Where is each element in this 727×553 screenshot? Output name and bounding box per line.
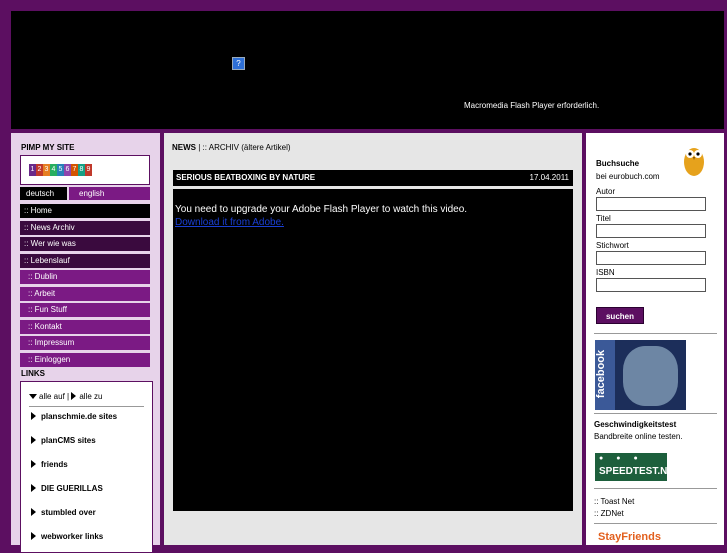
zdnet-link[interactable]: :: ZDNet bbox=[594, 509, 624, 518]
menu-item[interactable]: :: News Archiv bbox=[20, 220, 150, 235]
logo-digit: 4 bbox=[50, 164, 57, 176]
logo-digit: 2 bbox=[36, 164, 43, 176]
links-title: LINKS bbox=[21, 369, 45, 378]
speedtest-sub: Bandbreite online testen. bbox=[594, 432, 683, 441]
link-category[interactable]: planschmie.de sites bbox=[31, 412, 117, 421]
triangle-right-icon bbox=[31, 532, 36, 540]
keyword-input[interactable] bbox=[596, 251, 706, 265]
divider bbox=[594, 333, 717, 334]
menu-item[interactable]: :: Einloggen bbox=[20, 352, 150, 367]
triangle-right-icon bbox=[71, 392, 77, 400]
book-search-sub[interactable]: bei eurobuch.com bbox=[596, 172, 660, 181]
links-box: alle auf | alle zu planschmie.de sites pl… bbox=[20, 381, 153, 553]
link-category[interactable]: DIE GUERILLAS bbox=[31, 484, 103, 493]
divider bbox=[594, 413, 717, 414]
divider bbox=[594, 488, 717, 489]
lang-deutsch-button[interactable]: deutsch bbox=[20, 187, 67, 200]
facebook-label: facebook bbox=[595, 349, 608, 399]
right-sidebar: Buchsuche bei eurobuch.com Autor Titel S… bbox=[586, 133, 724, 545]
triangle-down-icon bbox=[29, 394, 37, 399]
title-label: Titel bbox=[596, 214, 611, 223]
article-date: 17.04.2011 bbox=[529, 173, 569, 182]
left-sidebar: PIMP MY SITE 123456789 deutsch english :… bbox=[11, 133, 160, 553]
profile-picture bbox=[623, 346, 678, 406]
toast-net-link[interactable]: :: Toast Net bbox=[594, 497, 634, 506]
article-title[interactable]: SERIOUS BEATBOXING BY NATURE bbox=[176, 170, 315, 186]
site-logo[interactable]: 123456789 bbox=[29, 164, 92, 176]
logo-digit: 5 bbox=[57, 164, 64, 176]
article-header: SERIOUS BEATBOXING BY NATURE 17.04.2011 bbox=[173, 170, 573, 186]
link-category-label: friends bbox=[41, 460, 68, 469]
logo-digit: 6 bbox=[64, 164, 71, 176]
open-all-link[interactable]: alle auf bbox=[39, 392, 65, 401]
site-logo-box: 123456789 bbox=[20, 155, 150, 185]
menu-item[interactable]: :: Arbeit bbox=[20, 286, 150, 301]
link-category[interactable]: webworker links bbox=[31, 532, 103, 541]
author-input[interactable] bbox=[596, 197, 706, 211]
link-category-label: webworker links bbox=[41, 532, 104, 541]
link-category-label: planCMS sites bbox=[41, 436, 96, 445]
link-category[interactable]: friends bbox=[31, 460, 68, 469]
search-button[interactable]: suchen bbox=[596, 307, 644, 324]
breadcrumb: NEWS | :: ARCHIV (ältere Artikel) bbox=[172, 143, 291, 152]
menu-item[interactable]: :: Wer wie was bbox=[20, 237, 150, 251]
link-category-label: DIE GUERILLAS bbox=[41, 484, 103, 493]
flash-plugin-icon[interactable]: ? bbox=[232, 57, 245, 70]
adobe-download-link[interactable]: Download it from Adobe. bbox=[175, 217, 284, 228]
title-input[interactable] bbox=[596, 224, 706, 238]
breadcrumb-archive[interactable]: | :: ARCHIV (ältere Artikel) bbox=[196, 143, 290, 152]
triangle-right-icon bbox=[31, 508, 36, 516]
isbn-input[interactable] bbox=[596, 278, 706, 292]
divider bbox=[594, 523, 717, 524]
facebook-badge[interactable]: facebook bbox=[595, 340, 686, 410]
logo-digit: 8 bbox=[78, 164, 85, 176]
menu-item[interactable]: :: Kontakt bbox=[20, 319, 150, 334]
breadcrumb-news[interactable]: NEWS bbox=[172, 143, 196, 152]
menu-item[interactable]: :: Fun Stuff bbox=[20, 303, 150, 317]
logo-digit: 9 bbox=[85, 164, 92, 176]
menu-item[interactable]: :: Home bbox=[20, 204, 150, 218]
triangle-right-icon bbox=[31, 460, 36, 468]
owl-icon bbox=[684, 148, 704, 176]
pimp-title: PIMP MY SITE bbox=[21, 143, 75, 152]
menu-item[interactable]: :: Impressum bbox=[20, 336, 150, 350]
speedtest-badge[interactable]: ●●● SPEEDTEST.NET bbox=[595, 453, 680, 481]
speedtest-logo: SPEEDTEST.NET bbox=[599, 466, 681, 477]
logo-digit: 3 bbox=[43, 164, 50, 176]
flash-upgrade-message: You need to upgrade your Adobe Flash Pla… bbox=[175, 204, 468, 215]
links-divider bbox=[29, 406, 144, 407]
video-player[interactable]: You need to upgrade your Adobe Flash Pla… bbox=[173, 189, 573, 511]
main-content: NEWS | :: ARCHIV (ältere Artikel) SERIOU… bbox=[164, 133, 582, 545]
link-category-label: stumbled over bbox=[41, 508, 96, 517]
links-controls: alle auf | alle zu bbox=[29, 392, 102, 401]
logo-digit: 7 bbox=[71, 164, 78, 176]
isbn-label: ISBN bbox=[596, 268, 615, 277]
keyword-label: Stichwort bbox=[596, 241, 629, 250]
flash-header: ? Macromedia Flash Player erforderlich. bbox=[11, 11, 724, 129]
logo-digit: 1 bbox=[29, 164, 36, 176]
link-category-label: planschmie.de sites bbox=[41, 412, 118, 421]
triangle-right-icon bbox=[31, 412, 36, 420]
menu-item[interactable]: :: Lebenslauf bbox=[20, 253, 150, 268]
book-search-title: Buchsuche bbox=[596, 159, 640, 168]
facebook-logo: facebook bbox=[595, 340, 615, 410]
link-category[interactable]: stumbled over bbox=[31, 508, 96, 517]
stayfriends-logo[interactable]: StayFriends bbox=[598, 531, 661, 543]
lang-english-button[interactable]: english bbox=[69, 187, 150, 200]
flash-notice: Macromedia Flash Player erforderlich. bbox=[464, 101, 600, 110]
close-all-link[interactable]: alle zu bbox=[79, 392, 102, 401]
gauge-icons: ●●● bbox=[599, 455, 651, 462]
speedtest-title: Geschwindigkeitstest bbox=[594, 420, 677, 429]
author-label: Autor bbox=[596, 187, 616, 196]
triangle-right-icon bbox=[31, 484, 36, 492]
menu-item[interactable]: :: Dublin bbox=[20, 270, 150, 284]
triangle-right-icon bbox=[31, 436, 36, 444]
link-category[interactable]: planCMS sites bbox=[31, 436, 96, 445]
